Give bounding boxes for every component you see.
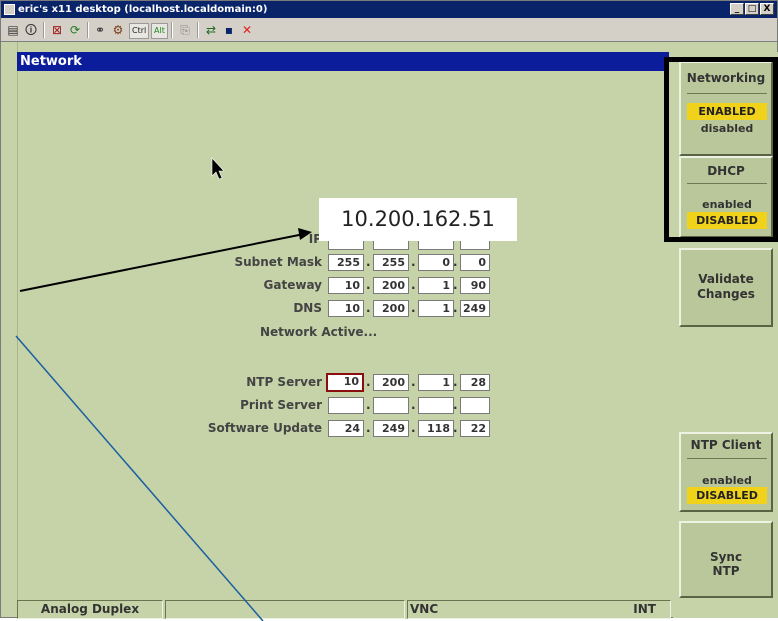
ntp-octet-2[interactable]: 200 xyxy=(373,374,409,391)
window-title: eric's x11 desktop (localhost.localdomai… xyxy=(18,4,268,15)
dns-octet-3[interactable]: 1 xyxy=(418,300,454,317)
dot-separator: . xyxy=(411,278,416,292)
sync-label-line1: Sync xyxy=(709,550,743,564)
print-server-label: Print Server xyxy=(240,398,322,412)
ntp-client-toggle[interactable]: NTP Client enabled DISABLED xyxy=(679,432,773,512)
update-octet-1[interactable]: 24 xyxy=(328,420,364,437)
print-octet-1[interactable] xyxy=(328,397,364,414)
dot-separator: . xyxy=(453,301,458,315)
gateway-octet-3[interactable]: 1 xyxy=(418,277,454,294)
subnet-octet-1[interactable]: 255 xyxy=(328,254,364,271)
minimize-button[interactable]: _ xyxy=(730,3,744,15)
dot-separator: . xyxy=(453,255,458,269)
dot-separator: . xyxy=(453,421,458,435)
ntp-octet-4[interactable]: 28 xyxy=(460,374,490,391)
subnet-mask-label: Subnet Mask xyxy=(234,255,322,269)
app-icon xyxy=(4,4,15,15)
validate-label-line1: Validate xyxy=(698,272,754,286)
clipboard-icon[interactable]: ⎘ xyxy=(177,22,193,38)
dot-separator: . xyxy=(366,255,371,269)
dot-separator: . xyxy=(411,398,416,412)
validate-changes-button[interactable]: Validate Changes xyxy=(679,248,773,327)
status-int: INT xyxy=(633,602,656,616)
dot-separator: . xyxy=(366,301,371,315)
dot-separator: . xyxy=(411,301,416,315)
ip-callout: 10.200.162.51 xyxy=(319,198,517,241)
divider xyxy=(687,458,767,459)
update-octet-3[interactable]: 118 xyxy=(418,420,454,437)
update-octet-2[interactable]: 249 xyxy=(373,420,409,437)
sync-ntp-button[interactable]: Sync NTP xyxy=(679,521,773,598)
status-mode: Analog Duplex xyxy=(17,600,163,619)
dns-label: DNS xyxy=(293,301,322,315)
pointer-icon[interactable]: ⚭ xyxy=(92,22,108,38)
dot-separator: . xyxy=(453,278,458,292)
ctrl-key-button[interactable]: Ctrl xyxy=(129,23,150,39)
status-vnc: VNC xyxy=(410,602,439,616)
ntp-server-label: NTP Server xyxy=(246,375,322,389)
fullscreen-icon[interactable]: ⊠ xyxy=(49,22,65,38)
print-octet-4[interactable] xyxy=(460,397,490,414)
dot-separator: . xyxy=(453,398,458,412)
left-margin xyxy=(1,42,18,602)
subnet-octet-3[interactable]: 0 xyxy=(418,254,454,271)
properties-icon[interactable]: ▤ xyxy=(5,22,21,38)
sync-label-line2: NTP xyxy=(712,564,740,578)
transfer-icon[interactable]: ⇄ xyxy=(203,22,219,38)
dot-separator: . xyxy=(366,375,371,389)
status-connection: VNC INT xyxy=(407,600,671,619)
print-octet-2[interactable] xyxy=(373,397,409,414)
page-title: Network xyxy=(17,52,669,71)
dot-separator: . xyxy=(366,278,371,292)
dns-octet-2[interactable]: 200 xyxy=(373,300,409,317)
status-message xyxy=(165,600,405,619)
gateway-octet-4[interactable]: 90 xyxy=(460,277,490,294)
toolbar-separator xyxy=(171,22,173,38)
close-button[interactable]: X xyxy=(760,3,774,15)
dns-octet-1[interactable]: 10 xyxy=(328,300,364,317)
info-icon[interactable]: 🛈 xyxy=(23,22,39,38)
toolbar: ▤ 🛈 ⊠ ⟳ ⚭ ⚙ Ctrl Alt ⎘ ⇄ ▪ ✕ xyxy=(1,18,777,42)
title-bar[interactable]: eric's x11 desktop (localhost.localdomai… xyxy=(1,1,777,18)
dot-separator: . xyxy=(453,375,458,389)
ntp-octet-1[interactable]: 10 xyxy=(326,373,364,392)
disconnect-icon[interactable]: ✕ xyxy=(239,22,255,38)
alt-key-button[interactable]: Alt xyxy=(151,23,168,39)
subnet-octet-2[interactable]: 255 xyxy=(373,254,409,271)
keys-icon[interactable]: ⚙ xyxy=(110,22,126,38)
toolbar-separator xyxy=(87,22,89,38)
highlight-outline xyxy=(664,57,778,242)
dot-separator: . xyxy=(411,255,416,269)
network-status-text: Network Active... xyxy=(260,325,378,339)
ntp-client-disabled-option[interactable]: DISABLED xyxy=(687,487,767,504)
validate-label-line2: Changes xyxy=(697,287,755,301)
ntp-octet-3[interactable]: 1 xyxy=(418,374,454,391)
software-update-label: Software Update xyxy=(207,421,322,435)
dot-separator: . xyxy=(366,398,371,412)
gateway-label: Gateway xyxy=(263,278,322,292)
maximize-button[interactable]: □ xyxy=(745,3,759,15)
dot-separator: . xyxy=(411,375,416,389)
toolbar-separator xyxy=(43,22,45,38)
gateway-octet-1[interactable]: 10 xyxy=(328,277,364,294)
vnc-window: eric's x11 desktop (localhost.localdomai… xyxy=(0,0,778,619)
refresh-icon[interactable]: ⟳ xyxy=(67,22,83,38)
dns-octet-4[interactable]: 249 xyxy=(460,300,490,317)
ntp-client-title: NTP Client xyxy=(690,438,762,452)
update-octet-4[interactable]: 22 xyxy=(460,420,490,437)
dot-separator: . xyxy=(366,421,371,435)
toolbar-separator xyxy=(197,22,199,38)
save-icon[interactable]: ▪ xyxy=(221,22,237,38)
gateway-octet-2[interactable]: 200 xyxy=(373,277,409,294)
subnet-octet-4[interactable]: 0 xyxy=(460,254,490,271)
print-octet-3[interactable] xyxy=(418,397,454,414)
dot-separator: . xyxy=(411,421,416,435)
status-bar: Analog Duplex VNC INT xyxy=(17,600,671,619)
